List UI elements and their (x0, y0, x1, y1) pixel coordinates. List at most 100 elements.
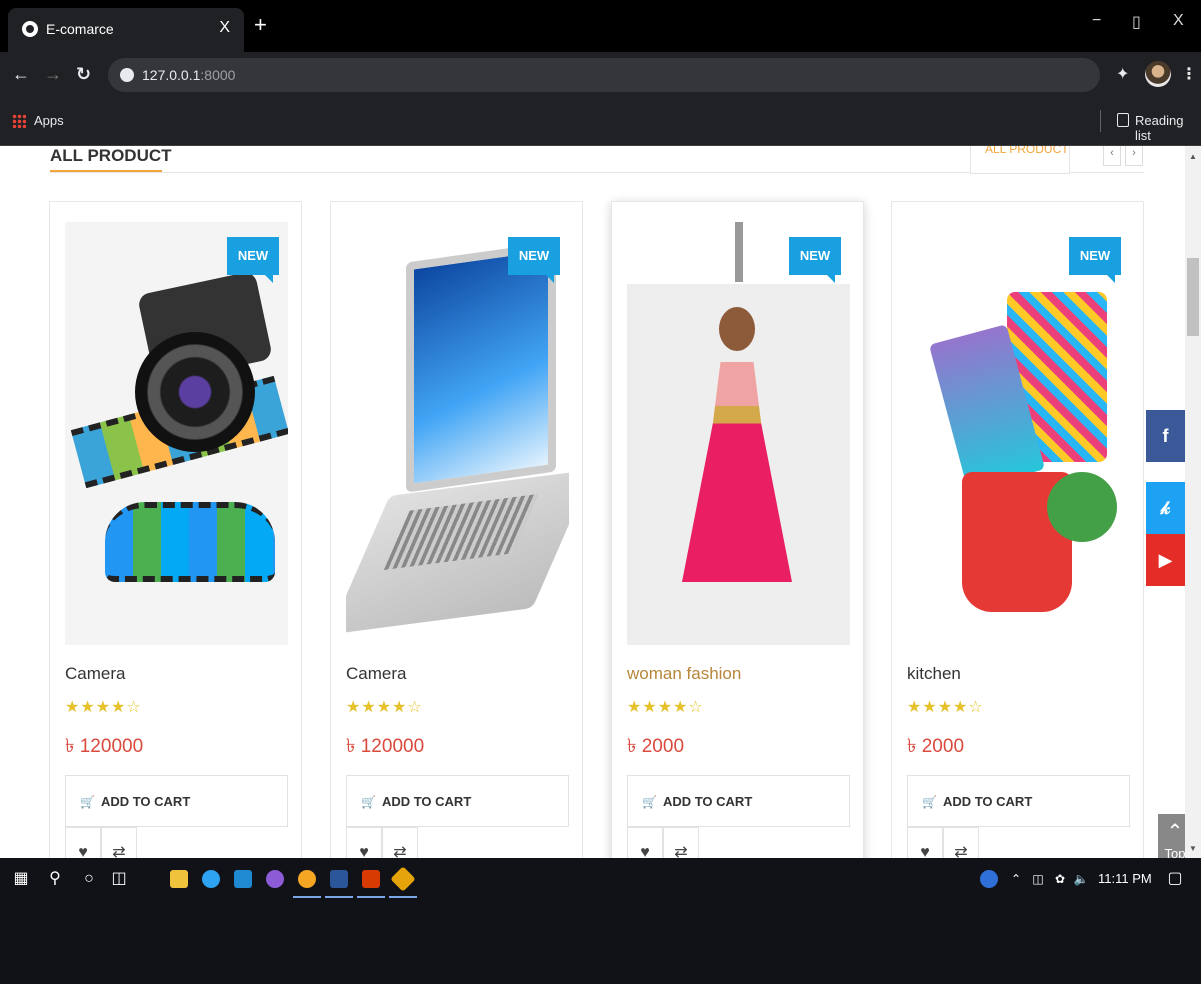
product-card[interactable]: NEW kitchen ★★★★☆ ৳ 2000 🛒 ADD TO CART ♥ … (891, 201, 1144, 858)
product-name[interactable]: Camera (65, 664, 125, 684)
reading-list-link[interactable]: Reading list (1135, 113, 1201, 143)
extensions-icon[interactable]: ✦ (1116, 64, 1129, 84)
new-badge: NEW (1069, 237, 1121, 283)
heart-icon[interactable]: ♥ (627, 827, 663, 858)
vscode-icon[interactable] (234, 870, 252, 888)
mannequin-stand-graphic (735, 222, 743, 282)
carousel-next-button[interactable]: › (1125, 146, 1143, 166)
minimize-button[interactable]: − (1092, 12, 1101, 30)
browser-tab-strip: E-comarce X + − ▯ X (0, 0, 1201, 52)
taskbar-clock[interactable]: 11:11 PM (1098, 871, 1152, 886)
browser-tab[interactable]: E-comarce X (8, 8, 244, 52)
chevron-up-icon[interactable]: ⌃ (1005, 868, 1027, 890)
url-text: 127.0.0.1:8000 (142, 67, 235, 83)
facebook-icon[interactable]: f (1146, 410, 1185, 462)
app-icon[interactable] (266, 870, 284, 888)
add-to-cart-label: ADD TO CART (381, 793, 472, 809)
carousel-prev-button[interactable]: ‹ (1103, 146, 1121, 166)
compare-icon[interactable]: ⇄ (382, 827, 418, 858)
model-head-graphic (719, 307, 755, 351)
url-port: :8000 (200, 67, 236, 83)
product-image[interactable] (627, 222, 850, 645)
add-to-cart-label: ADD TO CART (942, 793, 1033, 809)
heart-icon[interactable]: ♥ (346, 827, 382, 858)
word-icon[interactable] (330, 870, 348, 888)
new-badge: NEW (508, 237, 560, 283)
profile-avatar[interactable] (1145, 61, 1171, 87)
heart-icon[interactable]: ♥ (65, 827, 101, 858)
open-app-indicator (325, 896, 353, 898)
twitter-icon[interactable]: 𝓀 (1146, 482, 1185, 534)
product-name[interactable]: kitchen (907, 664, 961, 684)
active-app-indicator (293, 896, 321, 898)
laptop-screen-graphic (406, 241, 556, 493)
taskbar-row: ▦ ⚲ ○ ◫ ⌃ ◫ ✿ 🔈 11:11 PM ▢ (0, 858, 1201, 902)
help-icon[interactable] (980, 870, 998, 888)
restore-button[interactable]: ▯ (1132, 12, 1141, 32)
plate-graphic (1047, 472, 1117, 542)
product-card[interactable]: NEW Camera ★★★★☆ ৳ 120000 🛒 ADD TO CART ♥… (330, 201, 583, 858)
title-divider (50, 172, 970, 173)
add-to-cart-label: ADD TO CART (662, 793, 753, 809)
rating-stars: ★★★★☆ (627, 699, 704, 716)
apps-grid-icon[interactable] (12, 114, 26, 128)
search-icon[interactable]: ⚲ (44, 868, 66, 890)
windows-taskbar: ▦ ⚲ ○ ◫ ⌃ ◫ ✿ 🔈 11:11 PM ▢ (0, 858, 1201, 984)
file-explorer-icon[interactable] (170, 870, 188, 888)
new-tab-button[interactable]: + (254, 14, 267, 36)
product-card[interactable]: NEW Camera ★★★★☆ ৳ 120000 🛒 ADD TO CART ♥… (49, 201, 302, 858)
product-card[interactable]: NEW woman fashion ★★★★☆ ৳ 2000 🛒 ADD TO C… (611, 201, 864, 858)
menu-kebab-icon[interactable]: ⋮ (1181, 64, 1197, 84)
volume-icon[interactable]: 🔈 (1070, 868, 1092, 890)
new-badge: NEW (789, 237, 841, 283)
product-price: ৳ 2000 (907, 736, 965, 757)
product-name[interactable]: Camera (346, 664, 406, 684)
scroll-up-icon[interactable]: ▲ (1189, 152, 1197, 161)
url-host: 127.0.0.1 (142, 67, 201, 83)
edge-icon[interactable] (202, 870, 220, 888)
reading-list-icon[interactable] (1117, 113, 1129, 127)
windows-start-icon[interactable]: ▦ (10, 868, 32, 890)
scroll-down-icon[interactable]: ▼ (1189, 844, 1197, 853)
cortana-icon[interactable]: ○ (78, 868, 100, 890)
add-to-cart-button[interactable]: 🛒 ADD TO CART (65, 775, 288, 827)
tab-title: E-comarce (46, 21, 114, 37)
tab-close-button[interactable]: X (219, 19, 230, 37)
add-to-cart-button[interactable]: 🛒 ADD TO CART (346, 775, 569, 827)
git-icon[interactable] (390, 866, 416, 892)
reload-icon[interactable]: ↻ (76, 64, 91, 85)
close-window-button[interactable]: X (1173, 12, 1184, 30)
rating-stars: ★★★★☆ (346, 699, 423, 716)
compare-icon[interactable]: ⇄ (663, 827, 699, 858)
back-icon[interactable]: ← (12, 64, 30, 85)
site-info-icon[interactable] (120, 68, 134, 82)
product-image[interactable] (65, 222, 288, 645)
notification-icon[interactable]: ▢ (1164, 868, 1186, 890)
product-image[interactable] (907, 222, 1130, 645)
scrollbar-thumb[interactable] (1187, 258, 1199, 336)
heart-icon[interactable]: ♥ (907, 827, 943, 858)
add-to-cart-button[interactable]: 🛒 ADD TO CART (907, 775, 1130, 827)
product-name[interactable]: woman fashion (627, 664, 741, 684)
film-strip-graphic (105, 502, 275, 582)
page-scrollbar[interactable] (1185, 146, 1201, 858)
address-bar-row: ← → ↻ 127.0.0.1:8000 ✦ ⋮ (0, 52, 1201, 98)
chrome-icon[interactable] (298, 870, 316, 888)
bookmark-apps[interactable]: Apps (34, 113, 64, 128)
product-image[interactable] (346, 222, 569, 645)
section-title: ALL PRODUCT (50, 146, 172, 165)
add-to-cart-button[interactable]: 🛒 ADD TO CART (627, 775, 850, 827)
wifi-icon[interactable]: ✿ (1049, 868, 1071, 890)
url-input[interactable]: 127.0.0.1:8000 (108, 58, 1100, 92)
battery-icon[interactable]: ◫ (1027, 868, 1049, 890)
powerpoint-icon[interactable] (362, 870, 380, 888)
task-view-icon[interactable]: ◫ (108, 868, 130, 890)
compare-icon[interactable]: ⇄ (101, 827, 137, 858)
globe-icon (22, 21, 38, 37)
youtube-icon[interactable]: ▶ (1146, 534, 1185, 586)
tab-all-product[interactable]: ALL PRODUCT (970, 146, 1070, 174)
compare-icon[interactable]: ⇄ (943, 827, 979, 858)
product-price: ৳ 2000 (627, 736, 685, 757)
add-to-cart-label: ADD TO CART (100, 793, 191, 809)
forward-icon[interactable]: → (44, 64, 62, 85)
